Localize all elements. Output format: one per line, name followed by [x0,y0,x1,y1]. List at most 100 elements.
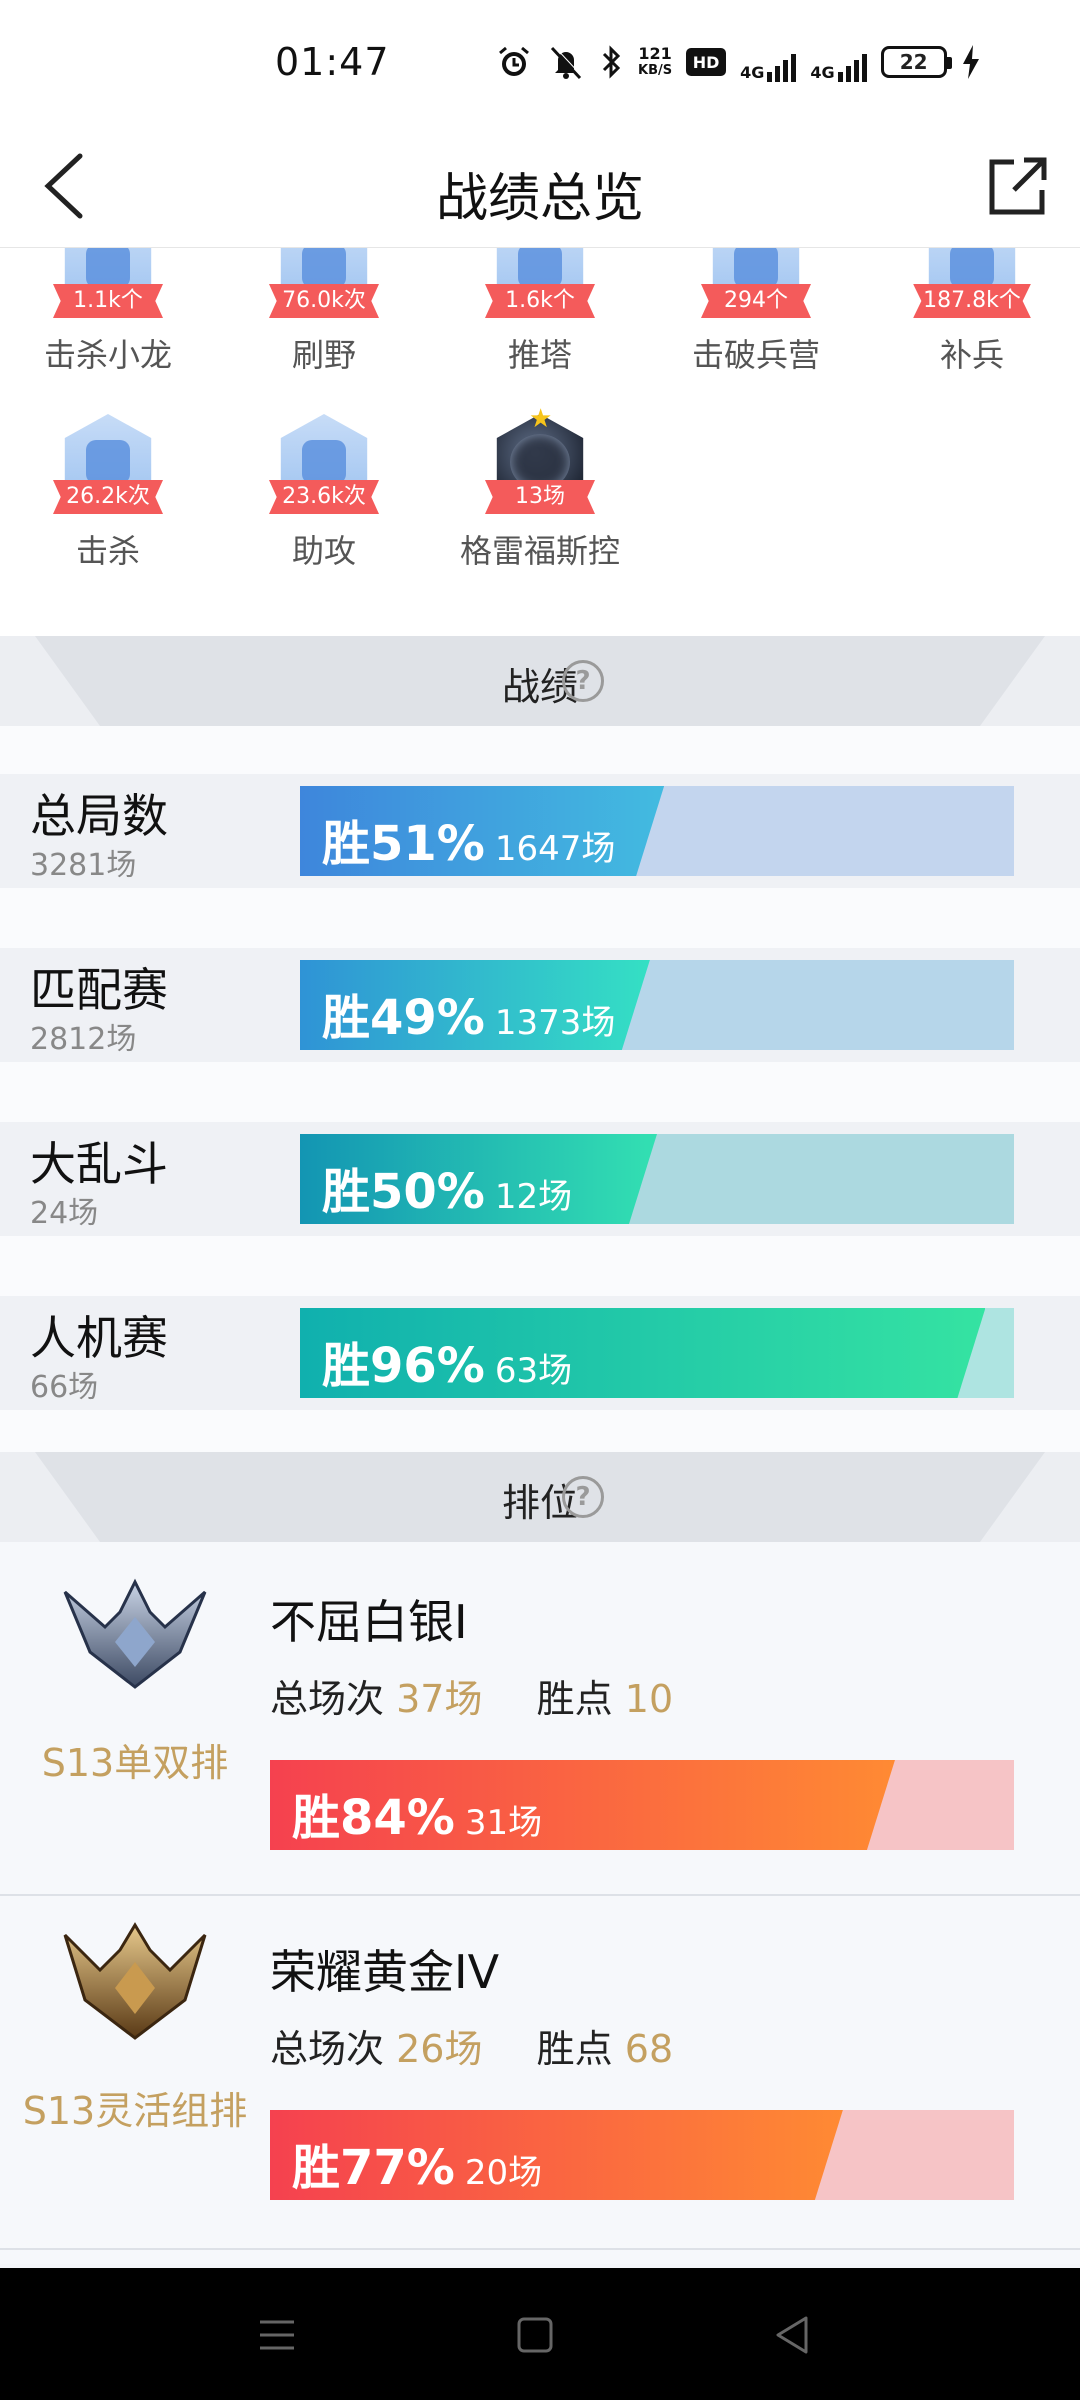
points-value: 68 [624,2027,674,2071]
games-count: 26场 [396,2027,483,2071]
network-speed-value: 121 [638,44,672,63]
games-label: 总场次 [270,2027,385,2071]
achievement-badges: 1.1k个 击杀小龙 76.0k次 刷野 1.6k个 推塔 294个 击破兵营 … [0,248,1080,636]
section-title: 排位 [501,1481,578,1525]
win-rate-bar: 胜50% 12场 [300,1134,1014,1224]
rank-entry-solo[interactable]: S13单双排 不屈白银I 总场次 37场 胜点 10 胜84% 31场 [0,1542,1080,1896]
badge-label: 刷野 [291,336,356,374]
ranked-section-header: 排位 ? [0,1452,1080,1542]
tier-name: 荣耀黄金IV [270,1945,500,1999]
rank-entry-flex[interactable]: S13灵活组排 荣耀黄金IV 总场次 26场 胜点 68 胜77% 20场 [0,1896,1080,2250]
stat-total: 24场 [30,1196,99,1231]
win-count: 12场 [494,1177,573,1217]
battery-icon: 22 [880,46,952,78]
signal-sim2-icon: 4G [810,42,867,82]
win-rate-bar: 胜84% 31场 [270,1760,1014,1850]
badge-kills[interactable]: 26.2k次 击杀 [0,414,216,572]
status-time: 01:47 [275,40,390,84]
external-link-icon [989,157,1047,215]
menu-icon[interactable] [252,2310,302,2360]
badge-champion-main[interactable]: ★ 13场 格雷福斯控 [432,404,648,572]
stats-list: 总局数 3281场 胜51% 1647场 匹配赛 2812场 胜49% 1373场 … [0,726,1080,1454]
points-label: 胜点 [536,1677,613,1721]
win-count: 1647场 [494,829,616,869]
badge-cs[interactable]: 187.8k个 补兵 [864,248,1080,376]
signal-sim1-icon: 4G [740,42,797,82]
win-count: 31场 [464,1803,543,1843]
alarm-icon [496,42,532,82]
header: 战绩总览 [0,124,1080,248]
stat-total: 2812场 [30,1022,137,1057]
points-label: 胜点 [536,2027,613,2071]
badge-jungle[interactable]: 76.0k次 刷野 [216,248,432,376]
silver-rank-emblem-icon [63,1578,207,1689]
games-label: 总场次 [270,1677,385,1721]
stat-row-total[interactable]: 总局数 3281场 胜51% 1647场 [0,774,1080,888]
help-icon[interactable]: ? [562,1476,604,1518]
badge-value: 294个 [701,284,811,318]
hd-voice-icon: HD [686,48,727,76]
stat-name: 人机赛 [30,1311,168,1365]
win-rate-bar: 胜51% 1647场 [300,786,1014,876]
star-icon: ★ [529,404,553,434]
page-title: 战绩总览 [435,169,644,229]
badge-label: 推塔 [507,336,572,374]
help-icon[interactable]: ? [562,660,604,702]
home-icon[interactable] [510,2310,560,2360]
badge-dragon-kills[interactable]: 1.1k个 击杀小龙 [0,248,216,376]
badge-value: 187.8k个 [913,284,1031,318]
win-rate-label: 胜49% [322,990,485,1046]
status-icons: 121 KB/S HD 4G 4G 22 [496,42,981,82]
win-rate-bar: 胜49% 1373场 [300,960,1014,1050]
rank-meta: 总场次 26场 胜点 68 [270,2018,673,2073]
stats-section-header: 战绩 ? [0,636,1080,726]
badge-label: 格雷福斯控 [459,532,620,570]
win-rate-label: 胜51% [322,816,485,872]
games-count: 37场 [396,1677,483,1721]
badge-assists[interactable]: 23.6k次 助攻 [216,414,432,572]
network-speed: 121 KB/S [638,42,672,82]
badge-towers[interactable]: 1.6k个 推塔 [432,248,648,376]
stat-total: 66场 [30,1370,99,1405]
badge-value: 1.1k个 [53,284,163,318]
win-rate-label: 胜96% [322,1338,485,1394]
back-triangle-icon[interactable] [768,2310,818,2360]
win-count: 63场 [494,1351,573,1391]
network-speed-unit: KB/S [638,63,673,78]
charging-icon [961,42,981,82]
badge-value: 23.6k次 [269,480,379,514]
win-rate-label: 胜50% [322,1164,485,1220]
badge-label: 击破兵营 [691,336,820,374]
stat-name: 总局数 [30,789,168,843]
win-count: 1373场 [494,1003,616,1043]
stat-row-aram[interactable]: 大乱斗 24场 胜50% 12场 [0,1122,1080,1236]
status-bar: 01:47 121 KB/S HD 4G 4G 22 [0,0,1080,124]
stat-name: 大乱斗 [30,1137,168,1191]
season-label: S13灵活组排 [22,2089,248,2133]
bluetooth-icon [600,42,624,82]
win-count: 20场 [464,2153,543,2193]
win-rate-label: 胜77% [292,2140,455,2196]
mute-bell-icon [546,42,586,82]
win-rate-bar: 胜96% 63场 [300,1308,1014,1398]
stat-row-bots[interactable]: 人机赛 66场 胜96% 63场 [0,1296,1080,1410]
section-title: 战绩 [501,665,578,709]
rank-meta: 总场次 37场 胜点 10 [270,1668,673,1723]
gold-rank-emblem-icon [63,1922,207,2040]
stat-row-normal[interactable]: 匹配赛 2812场 胜49% 1373场 [0,948,1080,1062]
win-rate-bar: 胜77% 20场 [270,2110,1014,2200]
badge-value: 1.6k个 [485,284,595,318]
badge-inhibitors[interactable]: 294个 击破兵营 [648,248,864,376]
badge-value: 13场 [485,480,595,514]
badge-label: 击杀 [75,532,140,570]
badge-label: 击杀小龙 [43,336,172,374]
badge-label: 助攻 [291,532,356,570]
points-value: 10 [624,1677,674,1721]
stat-total: 3281场 [30,848,137,883]
ranked-list: S13单双排 不屈白银I 总场次 37场 胜点 10 胜84% 31场 S13灵活… [0,1542,1080,2264]
tier-name: 不屈白银I [270,1595,468,1649]
share-button[interactable] [980,148,1056,224]
badge-label: 补兵 [939,336,1004,374]
season-label: S13单双排 [41,1741,229,1785]
badge-value: 26.2k次 [53,480,163,514]
